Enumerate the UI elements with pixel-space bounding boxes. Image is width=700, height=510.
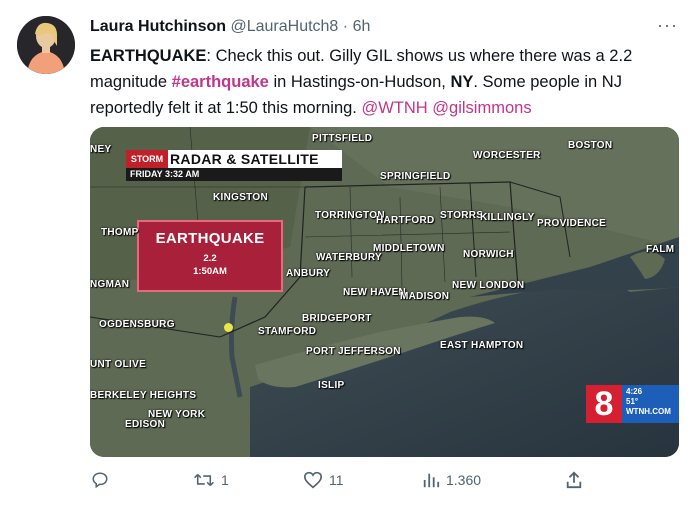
city-label: KILLINGLY: [480, 212, 535, 223]
city-label: KINGSTON: [213, 192, 268, 203]
city-label: NGMAN: [90, 279, 130, 290]
text-bold-earthquake: EARTHQUAKE: [90, 47, 207, 65]
city-label: UNT OLIVE: [90, 359, 147, 370]
share-icon: [566, 471, 582, 489]
station-number: 8: [586, 385, 622, 423]
station-site: WTNH.COM: [626, 407, 671, 416]
station-bug: 8 4:26 51° WTNH.COM: [586, 385, 679, 423]
radar-banner: STORM TEAM 8 RADAR & SATELLITE: [126, 150, 342, 182]
city-label: HARTFORD: [376, 215, 435, 226]
tweet-text: EARTHQUAKE: Check this out. Gilly GIL sh…: [90, 43, 685, 121]
tweet-header: Laura Hutchinson @LauraHutch8 · 6h: [90, 17, 370, 37]
city-label: TORRINGTON: [315, 210, 385, 221]
repost-icon: [194, 473, 214, 487]
display-name[interactable]: Laura Hutchinson: [90, 18, 226, 35]
text-segment: in Hastings-on-Hudson,: [268, 73, 451, 91]
banner-title: RADAR & SATELLITE: [170, 151, 319, 167]
city-label: PROVIDENCE: [537, 218, 607, 229]
banner-subtitle: FRIDAY 3:32 AM: [126, 168, 342, 181]
hashtag-earthquake[interactable]: #earthquake: [172, 73, 269, 91]
analytics-icon: [423, 473, 440, 488]
timestamp[interactable]: 6h: [353, 18, 371, 35]
city-label: NEW HAVEN: [343, 287, 407, 298]
more-options-icon[interactable]: ···: [657, 15, 678, 36]
city-label: EDISON: [125, 419, 166, 430]
reply-button[interactable]: [91, 471, 115, 489]
alert-time: 1:50AM: [193, 266, 227, 277]
station-temp: 51°: [626, 397, 639, 406]
repost-button[interactable]: 1: [193, 471, 229, 489]
weather-map-image[interactable]: STORM TEAM 8 RADAR & SATELLITE FRIDAY 3:…: [90, 127, 679, 457]
city-label: EAST HAMPTON: [440, 340, 524, 351]
tweet-actions: 1 11 1.360: [0, 471, 700, 495]
station-time: 4:26: [626, 387, 643, 396]
city-label: NEW LONDON: [452, 280, 525, 291]
mention-gilsimmons[interactable]: @gilsimmons: [432, 99, 531, 117]
reply-icon: [92, 472, 108, 489]
city-label: SPRINGFIELD: [380, 171, 451, 182]
city-label: MIDDLETOWN: [373, 243, 445, 254]
view-count: 1.360: [446, 472, 482, 488]
epicenter-marker: [224, 323, 233, 332]
repost-count: 1: [221, 472, 229, 488]
city-label: BERKELEY HEIGHTS: [90, 390, 197, 401]
text-bold-ny: NY: [450, 73, 474, 91]
city-label: STORRS: [440, 210, 484, 221]
city-label: WATERBURY: [316, 252, 383, 263]
city-label: FALM: [646, 244, 675, 255]
city-label: STAMFORD: [258, 326, 317, 337]
city-label: ISLIP: [318, 380, 345, 391]
avatar[interactable]: [17, 16, 75, 74]
like-count: 11: [329, 472, 344, 488]
city-label: MADISON: [400, 291, 450, 302]
mention-wtnh[interactable]: @WTNH: [361, 99, 427, 117]
city-label: PORT JEFFERSON: [306, 346, 401, 357]
city-label: ANBURY: [286, 268, 331, 279]
city-label: PITTSFIELD: [312, 133, 373, 144]
city-label: NORWICH: [463, 249, 514, 260]
city-label: BOSTON: [568, 140, 613, 151]
city-label: BRIDGEPORT: [302, 313, 372, 324]
separator: ·: [342, 18, 349, 35]
earthquake-alert-box: EARTHQUAKE 2.2 1:50AM: [137, 220, 283, 292]
heart-icon: [303, 471, 323, 489]
station-info: 4:26 51° WTNH.COM: [626, 387, 671, 417]
alert-title: EARTHQUAKE: [155, 230, 265, 247]
storm-team-logo: STORM TEAM 8: [126, 150, 168, 182]
city-label: NEY: [90, 144, 112, 155]
alert-magnitude: 2.2: [203, 253, 217, 264]
city-label: OGDENSBURG: [99, 319, 175, 330]
like-button[interactable]: 11: [303, 471, 344, 489]
handle[interactable]: @LauraHutch8: [230, 18, 338, 35]
city-label: WORCESTER: [473, 150, 541, 161]
views-button[interactable]: 1.360: [422, 471, 481, 489]
share-button[interactable]: [565, 471, 583, 489]
city-label: THOMP: [101, 227, 139, 238]
